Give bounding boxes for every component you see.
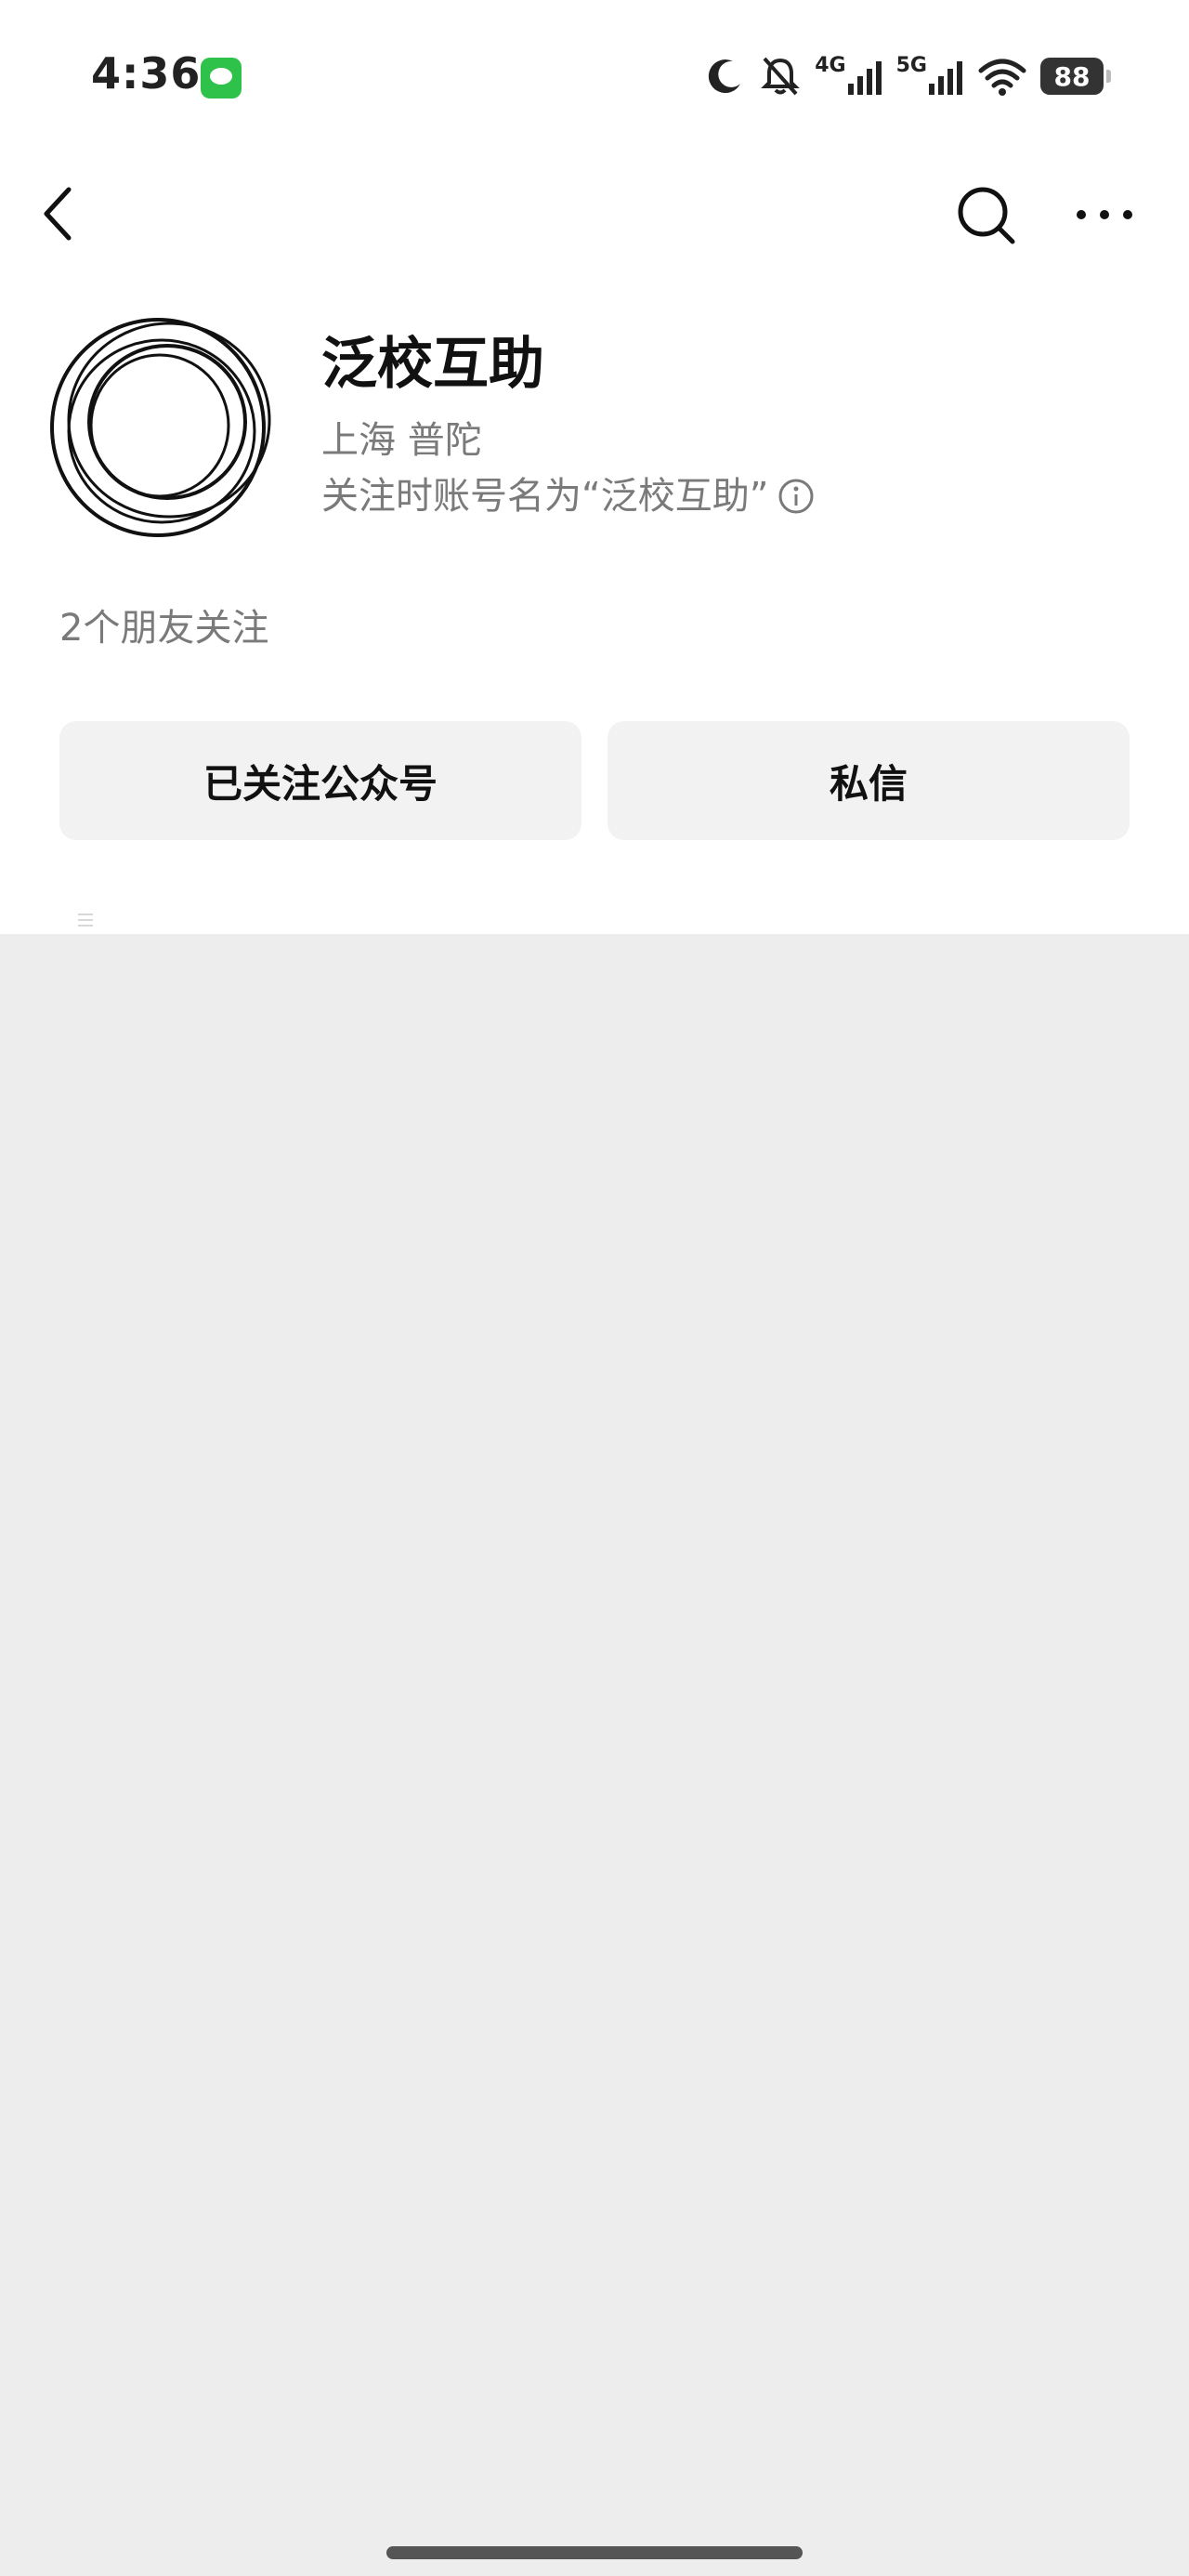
info-icon[interactable] [777,478,815,515]
private-message-button[interactable]: 私信 [608,721,1130,840]
signal-icon [929,61,962,95]
network-2: 5G [895,54,964,97]
friends-following[interactable]: 2个朋友关注 [59,608,268,649]
status-icons: 4G 5G 88 [705,48,1111,104]
follow-note: 关注时账号名为“泛校互助” [321,476,815,517]
home-indicator[interactable] [386,2546,803,2559]
battery-indicator: 88 [1040,58,1111,95]
avatar[interactable] [48,307,284,543]
network-1: 4G [815,54,882,97]
search-icon[interactable] [953,182,1018,247]
back-button[interactable] [37,182,82,245]
status-time: 4:36 [91,48,202,99]
wifi-icon [978,59,1026,96]
network-1-label: 4G [815,54,846,77]
page: 4:36 4G 5G 88 泛校互助 上海 普陀 关注时账号名为“泛校互助” 2… [0,0,1189,2576]
network-2-label: 5G [895,54,927,77]
followed-account-button[interactable]: 已关注公众号 [59,721,581,840]
moon-icon [709,59,741,94]
menu-lines-icon [78,913,93,927]
account-name: 泛校互助 [321,332,544,397]
more-dots-icon[interactable] [1072,191,1137,238]
message-icon [201,58,242,99]
mute-bell-icon [761,57,801,96]
follow-note-text: 关注时账号名为“泛校互助” [321,475,769,518]
profile-panel: 4:36 4G 5G 88 泛校互助 上海 普陀 关注时账号名为“泛校互助” 2… [0,0,1189,934]
account-location: 上海 普陀 [321,419,482,462]
signal-icon [847,61,882,95]
